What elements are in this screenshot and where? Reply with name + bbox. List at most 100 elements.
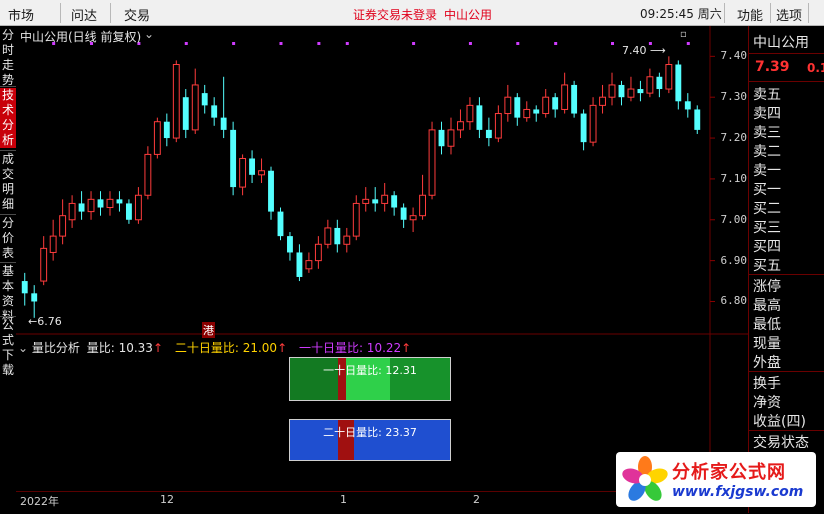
candle-body — [646, 76, 654, 94]
chart-dropdown-icon[interactable]: ⌄ — [144, 27, 154, 41]
tab-divider — [0, 316, 16, 317]
up-arrow-icon: ↑ — [277, 341, 288, 355]
quote-field-label: 买三 — [753, 220, 781, 236]
candle-body — [153, 121, 161, 155]
function-menu[interactable]: 功能 — [737, 5, 763, 24]
y-axis-label: 7.10 — [720, 171, 748, 185]
candle-body — [239, 157, 247, 188]
menu-divider — [60, 3, 61, 23]
volume-ratio-label: 量比: 10.33 — [86, 341, 153, 355]
tab-divider — [0, 214, 16, 215]
candle-body — [134, 194, 142, 221]
candle-body — [87, 198, 95, 213]
chart-menu-icon[interactable]: ▫ — [680, 29, 687, 40]
quote-field-label: 买一 — [753, 182, 781, 198]
signal-dot — [184, 42, 188, 45]
candle-body — [116, 199, 123, 204]
candle-body — [49, 235, 57, 253]
divider — [749, 53, 824, 54]
candle-body — [314, 243, 322, 262]
signal-dot — [611, 42, 615, 45]
tab-technical-analysis[interactable]: 技术分析 — [0, 88, 16, 148]
candle-body — [665, 64, 673, 90]
candle-body — [172, 64, 180, 139]
candle-body — [31, 293, 38, 302]
twenty-day-ratio-box-label: 二十日量比: 23.37 — [323, 426, 417, 439]
candle-body — [684, 101, 691, 110]
quote-field-label: 最低 — [753, 317, 781, 333]
candle-body — [68, 202, 76, 221]
candle-body — [144, 153, 152, 196]
candle-body — [59, 215, 67, 237]
x-axis-label-dec: 12 — [160, 493, 174, 506]
candle-body — [476, 105, 483, 130]
candle-body — [542, 96, 550, 115]
candle-body — [457, 121, 464, 131]
candle-body — [447, 129, 455, 147]
quote-stock-name: 中山公用 — [753, 35, 809, 51]
tab-intraday[interactable]: 分时走势 — [0, 28, 16, 87]
quote-field-label: 最高 — [753, 298, 781, 314]
signal-dot — [412, 42, 416, 45]
candle-body — [589, 104, 597, 143]
indicator-name[interactable]: 量比分析 — [32, 341, 80, 355]
candle-body — [637, 89, 644, 94]
watermark-title: 分析家公式网 — [672, 462, 786, 483]
top-toolbar: 市场 问达 交易 证券交易未登录 中山公用 09:25:45 周六 功能 选项 — [0, 0, 824, 26]
up-arrow-icon: ↑ — [152, 341, 164, 355]
y-axis-label: 7.20 — [720, 131, 748, 145]
divider — [749, 371, 824, 372]
quote-field-label: 净资 — [753, 395, 781, 411]
tab-divider — [0, 262, 16, 263]
candle-body — [656, 76, 663, 90]
menu-trade[interactable]: 交易 — [124, 5, 150, 24]
trade-login-status[interactable]: 证券交易未登录 — [353, 6, 437, 23]
menu-divider — [110, 3, 111, 23]
indicator-dropdown-icon[interactable]: ⌄ — [18, 341, 28, 355]
candle-body — [409, 215, 417, 221]
candle-body — [334, 227, 341, 245]
candle-body — [438, 129, 445, 147]
candle-body — [97, 199, 104, 208]
candle-body — [258, 170, 265, 176]
menu-ask[interactable]: 问达 — [71, 5, 97, 24]
menu-market[interactable]: 市场 — [8, 5, 34, 24]
quote-field-label: 卖五 — [753, 87, 781, 103]
quote-field-label: 买五 — [753, 258, 781, 274]
y-axis-label: 6.90 — [720, 253, 748, 267]
candle-body — [21, 281, 28, 294]
candle-body — [78, 203, 85, 212]
candle-body — [580, 113, 587, 143]
candle-body — [163, 121, 170, 139]
quote-field-label: 卖一 — [753, 163, 781, 179]
kline-chart-area[interactable]: 中山公用(日线 前复权) ⌄ ▫ 7.40 ⟶ ←6.76 7.40 7.30 7.… — [16, 26, 748, 492]
candle-body — [485, 129, 492, 139]
arrow-right-icon: ⟶ — [650, 44, 666, 57]
candle-body — [694, 109, 701, 130]
options-menu[interactable]: 选项 — [776, 5, 802, 24]
arrow-left-icon: ← — [28, 315, 38, 328]
candle-body — [324, 227, 332, 245]
candle-body — [268, 170, 274, 212]
candle-body — [287, 236, 293, 253]
left-tab-bar: 分时走势 技术分析 成交明细 分价表 基本资料 公式下载 — [0, 26, 16, 513]
tab-fundamentals[interactable]: 基本资料 — [0, 264, 16, 324]
tab-trade-details[interactable]: 成交明细 — [0, 152, 16, 212]
watermark-url: www.fxjgsw.com — [672, 484, 804, 500]
y-axis-label: 6.80 — [720, 294, 748, 308]
candle-body — [561, 84, 569, 110]
tab-formula-download[interactable]: 公式下载 — [0, 318, 16, 378]
ten-day-ratio-label: 一十日量比: 10.22 — [298, 341, 402, 355]
candle-body — [182, 97, 189, 130]
quote-field-label: 换手 — [753, 376, 781, 392]
quote-field-label: 卖二 — [753, 144, 781, 160]
hk-connect-event-marker[interactable]: 港 — [202, 322, 215, 338]
menu-divider — [770, 3, 771, 23]
tab-price-table[interactable]: 分价表 — [0, 216, 16, 262]
candle-body — [125, 203, 132, 220]
candle-body — [466, 104, 474, 123]
y-axis-label: 7.40 — [720, 49, 748, 63]
candle-body — [343, 235, 351, 245]
candle-body — [352, 202, 360, 237]
quote-field-label: 现量 — [753, 336, 781, 352]
